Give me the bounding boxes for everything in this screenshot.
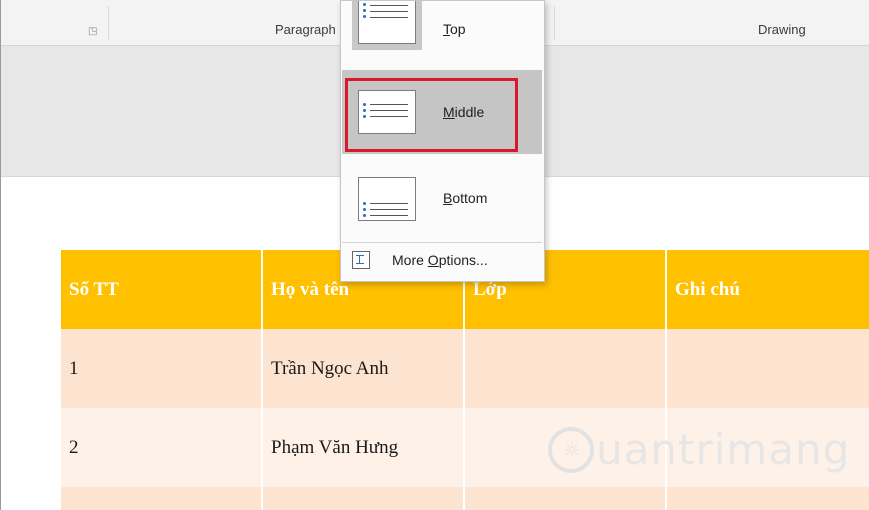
- group-separator: [554, 6, 555, 40]
- align-top-option[interactable]: Top: [342, 1, 542, 63]
- paragraph-group-label: Paragraph: [275, 22, 336, 37]
- table-cell[interactable]: [465, 329, 667, 408]
- align-top-icon: [358, 1, 416, 44]
- dialog-launcher-icon[interactable]: ◳: [88, 26, 97, 37]
- table-cell[interactable]: [465, 487, 667, 510]
- table-cell[interactable]: Phạm Văn Hưng: [263, 408, 465, 487]
- align-bottom-label: Bottom: [443, 190, 488, 206]
- lightbulb-icon: ☼: [548, 427, 594, 473]
- table-cell[interactable]: 1: [61, 329, 263, 408]
- table-row: 1 Trần Ngọc Anh: [61, 329, 869, 408]
- watermark-text: uantrimang: [596, 425, 851, 474]
- align-bottom-option[interactable]: Bottom: [342, 163, 542, 239]
- table-cell[interactable]: [263, 487, 465, 510]
- align-middle-option[interactable]: Middle: [342, 70, 542, 154]
- header-cell[interactable]: Số TT: [61, 250, 263, 329]
- more-options-label: More Options...: [392, 252, 488, 268]
- header-cell[interactable]: Ghi chú: [667, 250, 869, 329]
- table-cell[interactable]: Trần Ngọc Anh: [263, 329, 465, 408]
- group-separator: [108, 6, 109, 40]
- table-cell[interactable]: [667, 329, 869, 408]
- table-cell[interactable]: [667, 487, 869, 510]
- align-top-label: Top: [443, 21, 466, 37]
- selection-highlight-box: [345, 78, 518, 152]
- drawing-group-label: Drawing: [758, 22, 806, 37]
- cell-options-icon: [352, 251, 370, 269]
- table-row: [61, 487, 869, 510]
- more-options-item[interactable]: More Options...: [342, 245, 542, 279]
- vertical-align-menu: Top Middle Bottom More Options...: [340, 0, 545, 282]
- table-cell[interactable]: [61, 487, 263, 510]
- menu-divider: [342, 242, 542, 243]
- align-bottom-icon: [358, 177, 416, 221]
- watermark: ☼ uantrimang: [548, 425, 851, 485]
- table-cell[interactable]: 2: [61, 408, 263, 487]
